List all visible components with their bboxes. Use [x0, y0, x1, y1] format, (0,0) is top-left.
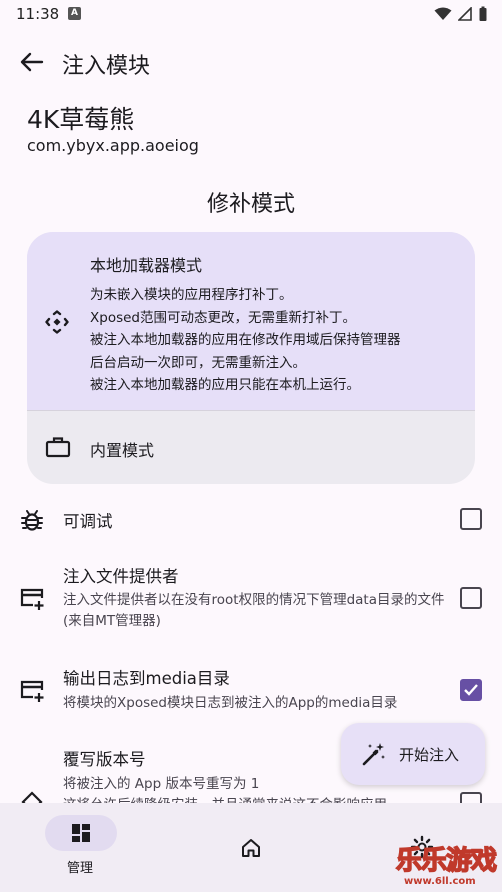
app-name: 4K草莓熊	[27, 105, 135, 134]
nav-item-manage[interactable]: 管理	[0, 803, 162, 892]
watermark-logo: 乐乐游戏 www.6ll.com	[395, 840, 502, 892]
version-icon	[21, 791, 43, 804]
local-mode-desc-line: 被注入本地加载器的应用只能在本机上运行。	[90, 377, 360, 393]
page-title: 注入模块	[62, 54, 151, 79]
notification-icon: A	[68, 7, 81, 20]
magic-wand-icon	[362, 743, 385, 766]
option-title: 可调试	[63, 512, 113, 531]
option-debuggable[interactable]: 可调试	[0, 500, 502, 540]
nav-label-manage: 管理	[67, 861, 94, 876]
local-mode-title: 本地加载器模式	[90, 256, 203, 275]
option-title: 注入文件提供者	[63, 567, 179, 586]
dashboard-icon	[72, 824, 90, 842]
start-inject-button[interactable]: 开始注入	[341, 723, 485, 785]
debuggable-checkbox[interactable]	[460, 508, 482, 530]
patch-mode-title: 修补模式	[206, 192, 295, 217]
patch-mode-card: 本地加载器模式 为未嵌入模块的应用程序打补丁。 Xposed范围可动态更改，无需…	[27, 232, 475, 484]
builtin-mode-title: 内置模式	[90, 441, 155, 460]
status-bar: 11:38 A	[0, 0, 502, 30]
option-description: 注入文件提供者以在没有root权限的情况下管理data目录的文件(来自MT管理器…	[63, 592, 445, 629]
loader-diamond-icon	[45, 310, 69, 334]
home-icon	[242, 839, 260, 857]
output-log-checkbox[interactable]	[460, 679, 482, 701]
file-provider-checkbox[interactable]	[460, 587, 482, 609]
wifi-icon	[434, 7, 452, 20]
local-loader-mode-option[interactable]: 本地加载器模式 为未嵌入模块的应用程序打补丁。 Xposed范围可动态更改，无需…	[27, 232, 475, 410]
back-arrow-icon[interactable]	[18, 48, 46, 76]
app-bar: 注入模块	[0, 38, 502, 90]
battery-icon	[479, 6, 487, 21]
option-file-provider[interactable]: 注入文件提供者 注入文件提供者以在没有root权限的情况下管理data目录的文件…	[0, 560, 502, 640]
local-mode-desc-line: 为未嵌入模块的应用程序打补丁。	[90, 287, 293, 303]
option-description: 将模块的Xposed模块日志到被注入的App的media目录	[63, 695, 398, 711]
watermark-url: www.6ll.com	[404, 876, 476, 887]
card-add-icon	[20, 680, 44, 702]
option-title: 覆写版本号	[63, 750, 146, 769]
card-add-icon	[20, 588, 44, 610]
status-time: 11:38	[16, 5, 60, 23]
local-mode-desc-line: Xposed范围可动态更改，无需重新打补丁。	[90, 309, 356, 326]
local-mode-description: 为未嵌入模块的应用程序打补丁。 Xposed范围可动态更改，无需重新打补丁。 被…	[90, 284, 465, 397]
local-mode-desc-line: 被注入本地加载器的应用在修改作用域后保持管理器	[90, 332, 401, 348]
status-icons	[434, 6, 488, 22]
signal-icon	[458, 7, 472, 21]
local-mode-desc-line: 后台启动一次即可，无需重新注入。	[90, 354, 306, 371]
bug-icon	[21, 510, 43, 531]
start-inject-label: 开始注入	[399, 746, 460, 764]
watermark-text: 乐乐游戏	[395, 845, 498, 877]
option-output-log[interactable]: 输出日志到media目录 将模块的Xposed模块日志到被注入的App的medi…	[0, 663, 502, 719]
briefcase-icon	[45, 437, 71, 458]
nav-item-home[interactable]	[170, 803, 332, 892]
check-icon	[464, 684, 478, 696]
package-name: com.ybyx.app.aoeiog	[27, 136, 199, 155]
option-title: 输出日志到media目录	[63, 669, 230, 688]
builtin-mode-option[interactable]: 内置模式	[27, 410, 475, 484]
